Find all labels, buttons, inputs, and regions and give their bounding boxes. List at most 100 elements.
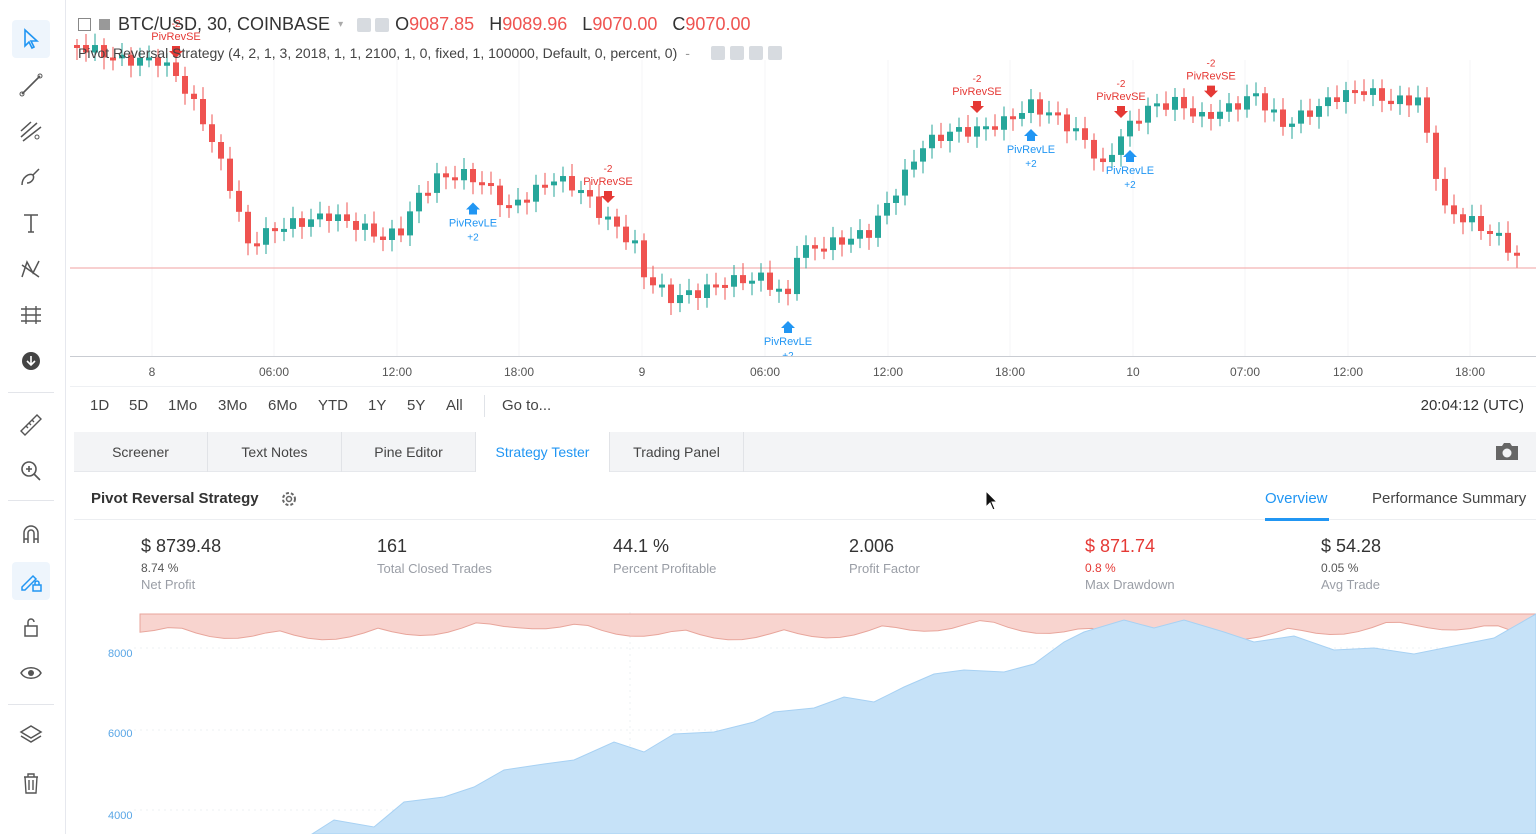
study-source-icon[interactable] <box>748 46 763 60</box>
gear-icon[interactable] <box>279 489 299 509</box>
short-arrow-icon <box>1204 85 1218 98</box>
study-title: Pivot Reversal Strategy (4, 2, 1, 3, 201… <box>78 45 678 61</box>
tab-performance-summary[interactable]: Performance Summary <box>1372 490 1526 507</box>
candle <box>245 211 251 244</box>
unlock-icon[interactable] <box>12 608 50 646</box>
brush-icon[interactable] <box>12 158 50 196</box>
candle <box>1253 93 1259 97</box>
metric-label: Percent Profitable <box>613 561 717 576</box>
candle <box>1307 110 1313 117</box>
candle <box>551 181 557 186</box>
study-close-icon[interactable] <box>767 46 782 60</box>
long-arrow-icon <box>781 321 795 333</box>
study-settings-icon[interactable] <box>729 46 744 60</box>
tab-overview[interactable]: Overview <box>1265 490 1328 507</box>
range-5d[interactable]: 5D <box>129 397 148 414</box>
candle <box>380 236 386 240</box>
collapse-icon[interactable] <box>78 18 91 31</box>
candle <box>407 211 413 236</box>
range-1mo[interactable]: 1Mo <box>168 397 197 414</box>
candle <box>632 240 638 244</box>
magnet-icon[interactable] <box>12 516 50 554</box>
trash-icon[interactable] <box>12 764 50 802</box>
candle <box>767 272 773 290</box>
remove-drawings-icon[interactable] <box>12 342 50 380</box>
candle <box>1451 205 1457 215</box>
candle <box>236 190 242 212</box>
goto-button[interactable]: Go to... <box>502 397 551 414</box>
candle <box>569 176 575 191</box>
candle <box>1469 216 1475 223</box>
clock[interactable]: 20:04:12 (UTC) <box>1421 397 1524 414</box>
price-chart[interactable]: -2PivRevSEPivRevLE+2-2PivRevSEPivRevLE+2… <box>70 0 1536 426</box>
range-5y[interactable]: 5Y <box>407 397 425 414</box>
fib-retracement-icon[interactable] <box>12 112 50 150</box>
camera-icon[interactable] <box>1494 440 1520 462</box>
candle <box>416 192 422 212</box>
time-axis[interactable]: 8 06:00 12:00 18:00 9 06:00 12:00 18:00 … <box>70 356 1536 386</box>
metric-profit-factor: 2.006 Profit Factor <box>849 536 1069 576</box>
candle <box>1397 95 1403 105</box>
study-legend[interactable]: Pivot Reversal Strategy (4, 2, 1, 3, 201… <box>78 45 782 61</box>
range-3mo[interactable]: 3Mo <box>218 397 247 414</box>
candle <box>1244 96 1250 110</box>
candle <box>929 134 935 149</box>
cursor-icon[interactable] <box>12 20 50 58</box>
candle <box>1001 116 1007 130</box>
signal-qty: +2 <box>1025 159 1037 170</box>
candle <box>263 228 269 245</box>
candle <box>776 288 782 292</box>
candle <box>1325 97 1331 107</box>
range-6mo[interactable]: 6Mo <box>268 397 297 414</box>
range-all[interactable]: All <box>446 397 463 414</box>
tab-strategy-tester[interactable]: Strategy Tester <box>476 432 610 472</box>
text-icon[interactable] <box>12 204 50 242</box>
prediction-icon[interactable] <box>12 296 50 334</box>
equity-chart[interactable] <box>74 602 1536 834</box>
candle <box>983 126 989 130</box>
metric-label: Avg Trade <box>1321 577 1381 592</box>
candle <box>182 75 188 94</box>
trend-line-icon[interactable] <box>12 66 50 104</box>
eye-icon[interactable] <box>12 654 50 692</box>
tab-trading-panel[interactable]: Trading Panel <box>610 432 744 472</box>
metric-value: $ 871.74 <box>1085 536 1156 556</box>
signal-label: PivRevLE <box>764 336 812 348</box>
lock-drawing-icon[interactable] <box>12 562 50 600</box>
time-label: 18:00 <box>994 365 1026 379</box>
candle <box>875 215 881 238</box>
hide-icon[interactable] <box>375 17 390 32</box>
study-hide-icon[interactable] <box>710 46 725 60</box>
candle <box>596 196 602 218</box>
candle <box>695 290 701 298</box>
zoom-in-icon[interactable] <box>12 452 50 490</box>
candle <box>866 230 872 238</box>
metric-total-closed-trades: 161 Total Closed Trades <box>377 536 597 576</box>
metric-percent: 0.05 % <box>1321 561 1359 575</box>
settings-icon[interactable] <box>357 17 372 32</box>
tab-screener[interactable]: Screener <box>74 432 208 472</box>
candle <box>281 228 287 232</box>
signal-label: PivRevSE <box>952 86 1002 98</box>
range-1y[interactable]: 1Y <box>368 397 386 414</box>
range-1d[interactable]: 1D <box>90 397 109 414</box>
pattern-icon[interactable] <box>12 250 50 288</box>
candle <box>1298 110 1304 124</box>
candle <box>785 288 791 295</box>
range-ytd[interactable]: YTD <box>318 397 348 414</box>
ruler-icon[interactable] <box>12 406 50 444</box>
candle <box>686 290 692 296</box>
tab-pine-editor[interactable]: Pine Editor <box>342 432 476 472</box>
short-arrow-icon <box>1114 106 1128 118</box>
panel-tabs: Screener Text Notes Pine Editor Strategy… <box>74 432 1536 472</box>
candle <box>1280 109 1286 127</box>
tab-text-notes[interactable]: Text Notes <box>208 432 342 472</box>
dropdown-icon[interactable]: ▾ <box>338 19 343 30</box>
candle <box>317 213 323 220</box>
ohlc-values: O9087.85 H9089.96 L9070.00 C9070.00 <box>395 14 751 34</box>
candle <box>488 183 494 187</box>
candle <box>1208 112 1214 119</box>
time-label: 8 <box>148 365 156 379</box>
bottom-panel: Screener Text Notes Pine Editor Strategy… <box>74 432 1536 834</box>
layers-icon[interactable] <box>12 716 50 754</box>
